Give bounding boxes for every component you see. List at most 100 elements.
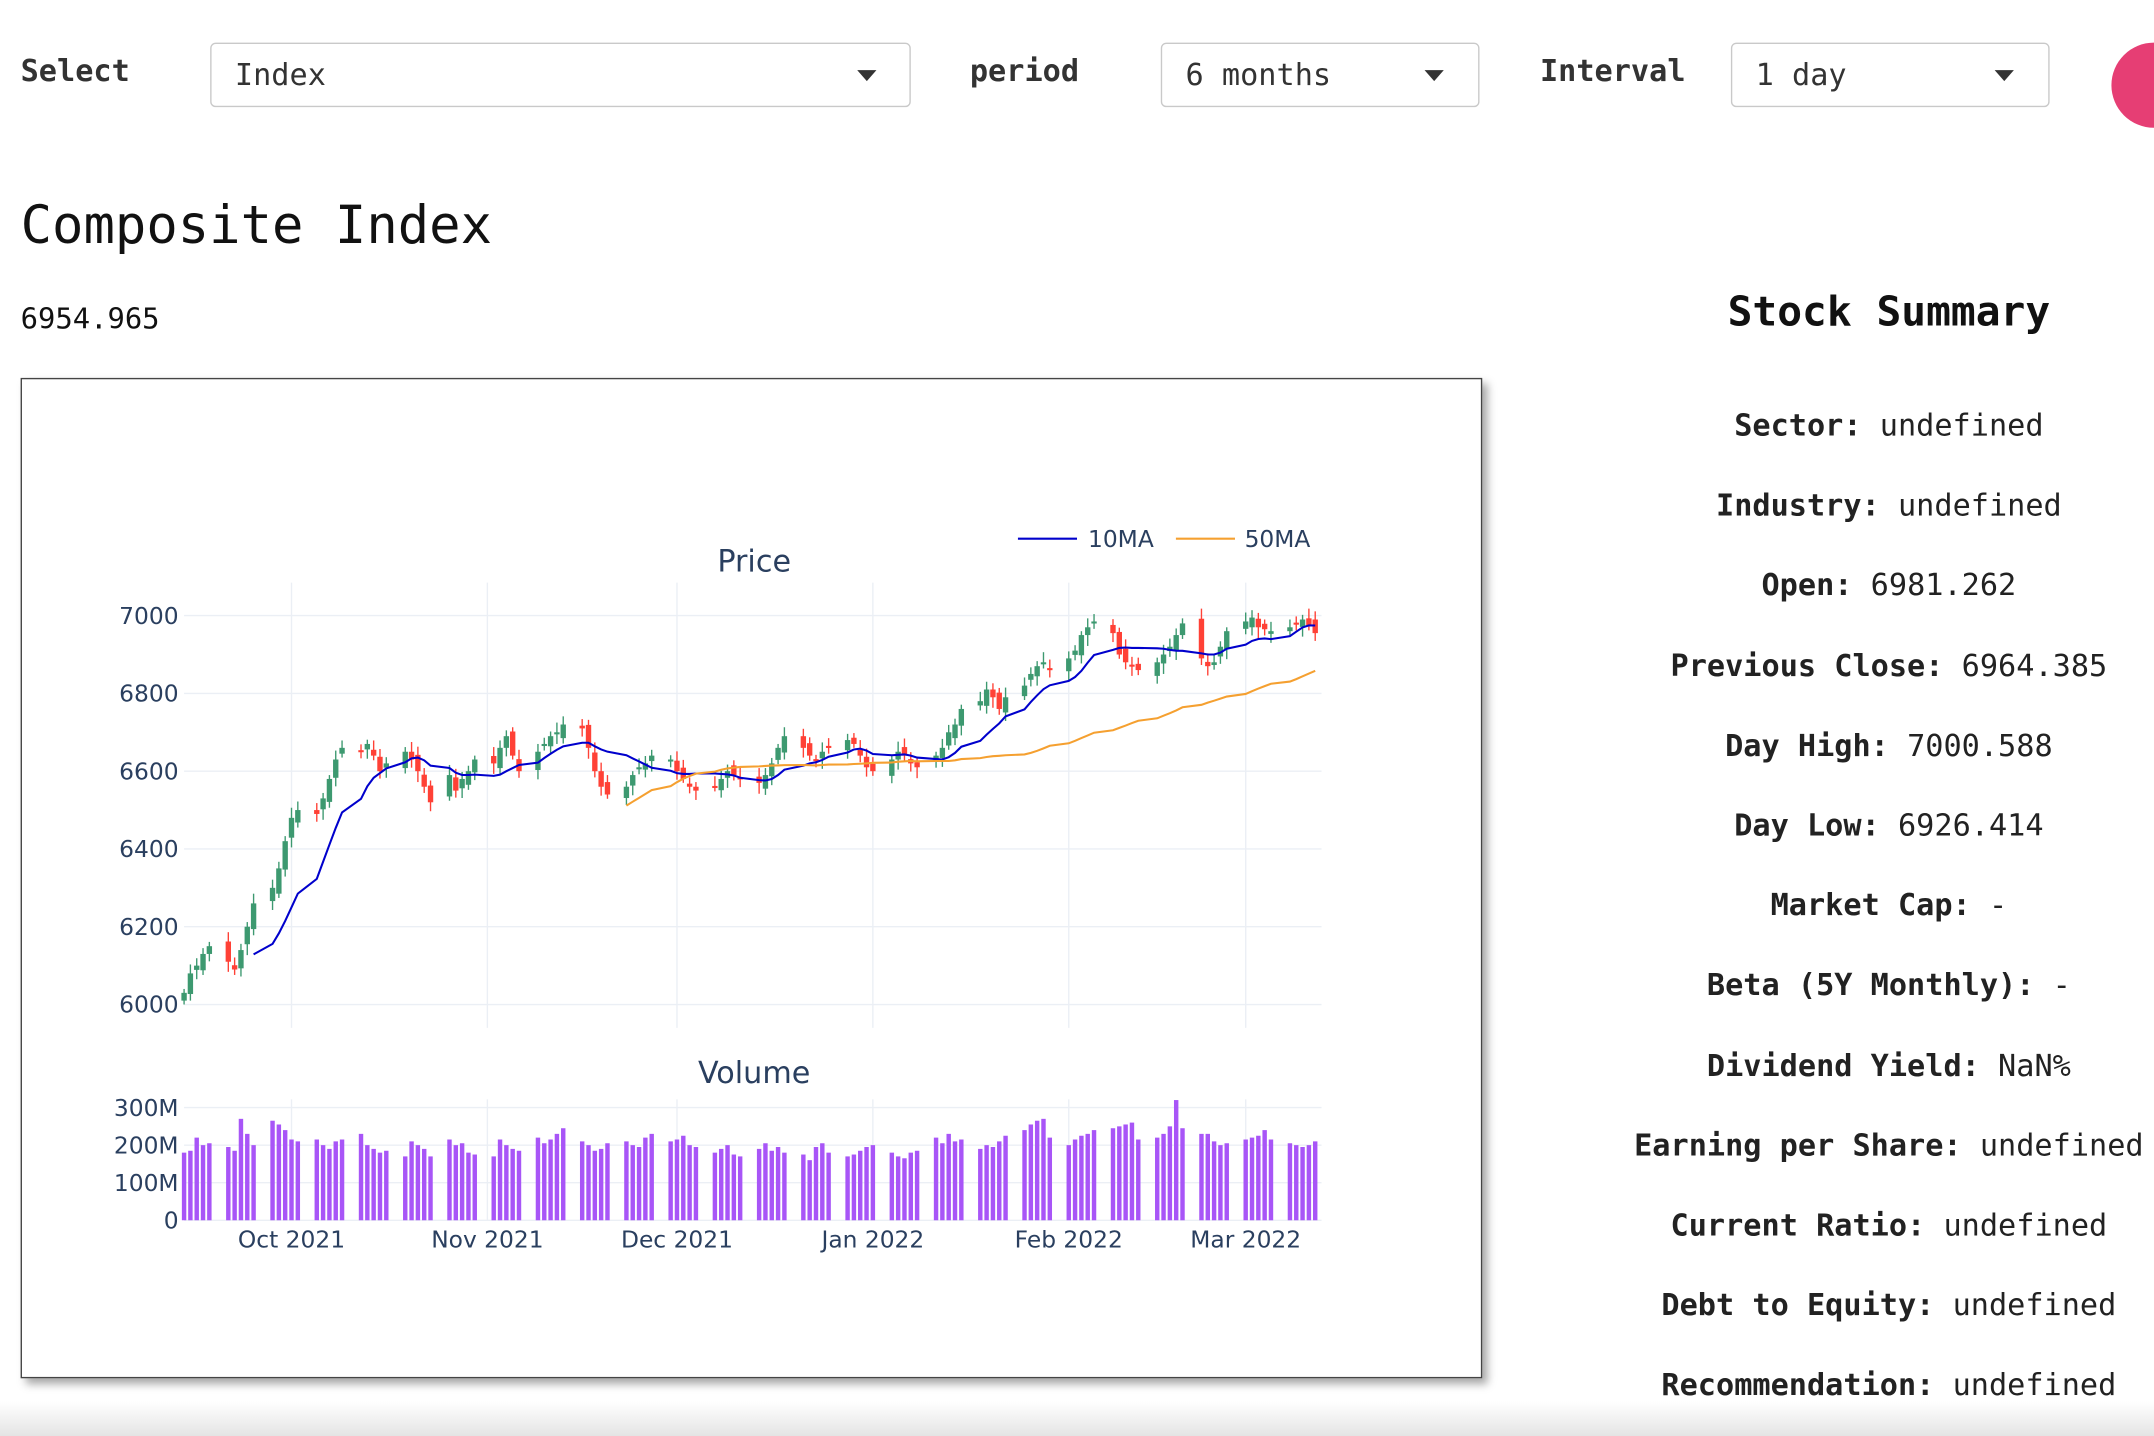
volume-bar bbox=[554, 1133, 560, 1221]
select-dropdown[interactable]: Index bbox=[210, 42, 911, 108]
chevron-down-icon bbox=[857, 70, 877, 82]
volume-bar bbox=[674, 1139, 680, 1221]
volume-bar bbox=[415, 1145, 421, 1221]
interval-value: 1 day bbox=[1755, 59, 1847, 94]
interval-dropdown[interactable]: 1 day bbox=[1730, 42, 2050, 108]
volume-y-tick: 300M bbox=[114, 1094, 179, 1122]
candle-up bbox=[1072, 650, 1078, 655]
volume-bar bbox=[1072, 1139, 1078, 1221]
candle-up bbox=[1091, 621, 1097, 624]
summary-row-label: Industry: bbox=[1716, 489, 1880, 524]
summary-row: Day High: 7000.588 bbox=[1580, 722, 2154, 802]
volume-bar bbox=[1117, 1126, 1122, 1221]
candle-up bbox=[554, 732, 560, 735]
volume-bar bbox=[1091, 1130, 1097, 1221]
summary-row-label: Open: bbox=[1761, 569, 1853, 604]
candle-down bbox=[1306, 618, 1312, 626]
volume-bar bbox=[1268, 1139, 1274, 1221]
candle-down bbox=[800, 736, 807, 748]
app-viewport: Select Index period 6 months Interval 1 … bbox=[0, 0, 2154, 1436]
volume-bar bbox=[339, 1139, 345, 1221]
candle-up bbox=[282, 841, 288, 870]
candle-up bbox=[459, 778, 465, 789]
price-volume-chart[interactable]: 6000 6200 6400 6600 6800 7000 0 100M 200M 300M Oct… bbox=[22, 379, 1481, 1377]
volume-bar bbox=[358, 1133, 364, 1221]
candle-up bbox=[977, 701, 983, 706]
candle-up bbox=[775, 747, 781, 760]
candle-up bbox=[819, 751, 826, 759]
summary-row: Dividend Yield: NaN% bbox=[1580, 1042, 2154, 1122]
volume-bar bbox=[491, 1156, 496, 1221]
volume-bar bbox=[472, 1154, 477, 1221]
candle-down bbox=[825, 745, 832, 748]
volume-bar bbox=[889, 1152, 895, 1221]
volume-bar bbox=[681, 1135, 686, 1221]
volume-bar bbox=[870, 1145, 876, 1221]
chart-grid bbox=[184, 582, 1322, 1221]
candle-up bbox=[503, 736, 510, 748]
candle-down bbox=[453, 777, 459, 791]
candle-up bbox=[194, 965, 200, 970]
price-y-tick: 6800 bbox=[119, 680, 178, 708]
volume-bar bbox=[384, 1150, 389, 1221]
volume-bar bbox=[421, 1148, 427, 1221]
period-dropdown[interactable]: 6 months bbox=[1160, 42, 1480, 108]
candle-down bbox=[358, 750, 364, 753]
candle-down bbox=[1205, 661, 1211, 667]
candle-up bbox=[541, 743, 547, 747]
chart-legend[interactable]: 10MA 50MA bbox=[1017, 525, 1310, 553]
volume-bar bbox=[598, 1148, 604, 1221]
candle-up bbox=[1021, 685, 1028, 697]
summary-row: Open: 6981.262 bbox=[1580, 563, 2154, 643]
volume-bar bbox=[1173, 1100, 1179, 1221]
volume-bar bbox=[763, 1143, 768, 1221]
volume-bar bbox=[1211, 1141, 1217, 1221]
volume-bar bbox=[1123, 1124, 1128, 1221]
volume-bar bbox=[643, 1137, 648, 1221]
volume-bar bbox=[1136, 1139, 1141, 1221]
candle-up bbox=[320, 798, 326, 810]
select-label: Select bbox=[20, 54, 130, 90]
volume-bar bbox=[1066, 1145, 1071, 1221]
volume-bar bbox=[1249, 1137, 1255, 1221]
volume-bar bbox=[725, 1145, 730, 1221]
summary-row-label: Beta (5Y Monthly): bbox=[1706, 969, 2035, 1004]
volume-bar bbox=[693, 1147, 699, 1221]
candle-up bbox=[667, 759, 674, 762]
volume-bar bbox=[542, 1143, 547, 1221]
candle-up bbox=[497, 747, 503, 769]
candle-down bbox=[598, 771, 604, 787]
candle-up bbox=[269, 887, 276, 902]
volume-bar bbox=[592, 1150, 598, 1221]
summary-row-label: Sector: bbox=[1734, 409, 1862, 444]
volume-bar bbox=[1079, 1135, 1084, 1221]
summary-row-value: 6926.414 bbox=[1897, 809, 2044, 844]
candle-down bbox=[870, 763, 876, 772]
candle-up bbox=[1211, 662, 1217, 666]
submit-button[interactable] bbox=[2111, 42, 2154, 128]
volume-bar bbox=[504, 1145, 509, 1221]
summary-row-value: - bbox=[1988, 889, 2008, 924]
candle-down bbox=[314, 810, 320, 814]
candle-up bbox=[200, 953, 206, 971]
summary-row: Day Low: 6926.414 bbox=[1580, 802, 2154, 882]
candle-down bbox=[1129, 664, 1135, 667]
volume-bar bbox=[276, 1124, 282, 1221]
summary-row: Industry: undefined bbox=[1580, 483, 2154, 563]
volume-bar bbox=[1110, 1128, 1116, 1221]
scroll-fade bbox=[0, 1401, 2154, 1436]
candle-up bbox=[1066, 658, 1072, 672]
volume-bar bbox=[952, 1141, 958, 1221]
candle-up bbox=[718, 778, 724, 791]
volume-bar bbox=[1199, 1133, 1204, 1221]
volume-bar bbox=[845, 1156, 850, 1221]
summary-row-value: undefined bbox=[1952, 1369, 2117, 1404]
volume-bar bbox=[775, 1147, 781, 1221]
volume-bar bbox=[933, 1137, 939, 1221]
candle-up bbox=[1028, 673, 1034, 680]
volume-bar bbox=[978, 1148, 983, 1221]
candle-down bbox=[509, 731, 516, 756]
volume-bar bbox=[453, 1145, 459, 1221]
summary-row: Previous Close: 6964.385 bbox=[1580, 643, 2154, 723]
volume-bar bbox=[801, 1154, 806, 1221]
